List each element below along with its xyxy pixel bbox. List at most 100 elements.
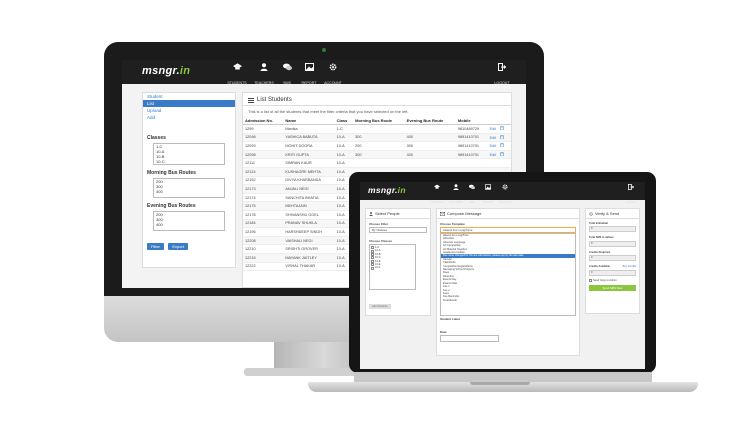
nav-logout[interactable]: LOGOUT bbox=[622, 184, 640, 208]
column-header[interactable]: Morning Bus Route bbox=[353, 117, 405, 125]
date-input[interactable] bbox=[440, 335, 499, 342]
class-option[interactable]: 10-C bbox=[154, 159, 224, 164]
cell-ebr bbox=[404, 158, 456, 168]
nav-teachers[interactable]: TEACHERS bbox=[252, 63, 276, 89]
cell-adm: 12178 bbox=[243, 210, 284, 220]
cell-adm: 12175 bbox=[243, 201, 284, 211]
panel-title: Compose Message bbox=[447, 211, 482, 216]
class-checkbox-item[interactable]: 10-F bbox=[371, 266, 414, 270]
trash-icon[interactable] bbox=[500, 135, 504, 140]
cell-mobile: 9891410701 bbox=[455, 150, 488, 160]
cell-ebr: 300 bbox=[404, 141, 456, 151]
nav-students[interactable]: STUDENTS bbox=[428, 184, 446, 208]
cell-actions: Edit bbox=[487, 133, 511, 143]
table-row[interactable]: 1299 Manika 1-C 9810489729 Edit bbox=[243, 124, 511, 134]
table-row[interactable]: 12111 SIMRAN KAUR 10-A bbox=[243, 158, 511, 168]
column-header[interactable]: Mobile bbox=[455, 117, 488, 125]
total-individual-label: Total Individual bbox=[589, 222, 608, 225]
cell-adm: 12210 bbox=[243, 244, 284, 254]
sidebar-link-add[interactable]: Add bbox=[143, 114, 235, 121]
list-icon bbox=[248, 97, 254, 103]
send-copy-checkbox[interactable] bbox=[589, 278, 592, 282]
date-label: Date bbox=[440, 330, 447, 334]
cell-name: DIVYA KHARBANDA bbox=[283, 176, 335, 186]
users-icon bbox=[369, 211, 373, 216]
cell-adm: 12111 bbox=[243, 158, 284, 168]
nav-logout[interactable]: LOGOUT bbox=[490, 63, 514, 89]
image-report-icon bbox=[304, 63, 314, 71]
nav-account[interactable]: ACCOUNT bbox=[496, 184, 514, 208]
filter-label: Choose Filter bbox=[369, 222, 389, 226]
nav-report[interactable]: REPORT bbox=[480, 184, 496, 208]
cell-name: KUSHAGRE MEHTA bbox=[283, 167, 335, 177]
laptop-screen: msngr.in STUDENTS TEACHERS SMS REPORT AC… bbox=[360, 182, 645, 369]
app-logo[interactable]: msngr.in bbox=[368, 185, 406, 195]
nav-report[interactable]: REPORT bbox=[298, 63, 320, 89]
table-row[interactable]: 12093 MOHIT DOGRA 10-A 200 300 9891410701 Edit bbox=[243, 141, 511, 151]
cell-mobile bbox=[455, 158, 488, 168]
total-sms-label: Total SMS to deliver bbox=[589, 236, 614, 240]
route-option[interactable]: 400 bbox=[154, 189, 224, 194]
add-students-button[interactable]: Add Students bbox=[369, 304, 391, 309]
cell-name: YASHICA BABUTA bbox=[283, 133, 335, 143]
table-row[interactable]: 12098 YASHICA BABUTA 10-A 300 400 9891410701 E… bbox=[243, 133, 511, 143]
edit-link[interactable]: Edit bbox=[490, 127, 497, 131]
cell-name: MAYANK JAITLEY bbox=[283, 253, 335, 263]
cell-actions bbox=[487, 158, 511, 168]
edit-link[interactable]: Edit bbox=[490, 144, 497, 148]
nav-students[interactable]: STUDENTS bbox=[225, 63, 249, 89]
nav-teachers[interactable]: TEACHERS bbox=[447, 184, 465, 208]
export-button[interactable]: Export bbox=[168, 243, 188, 250]
filter-button[interactable]: Filter bbox=[147, 243, 164, 250]
envelope-icon bbox=[440, 211, 445, 216]
nav-account[interactable]: ACCOUNT bbox=[320, 63, 346, 89]
app-logo[interactable]: msngr.in bbox=[142, 65, 190, 77]
graduation-cap-icon bbox=[232, 63, 242, 70]
compose-message-panel: Compose Message Choose Template Absent F… bbox=[436, 208, 580, 356]
column-header[interactable]: Class bbox=[334, 117, 354, 125]
nav-sms[interactable]: SMS bbox=[466, 184, 478, 208]
column-header[interactable]: Name bbox=[283, 117, 335, 125]
image-report-icon bbox=[485, 184, 491, 190]
gear-icon bbox=[502, 184, 508, 190]
cell-cls: 10-A bbox=[334, 158, 354, 168]
nav-sms[interactable]: SMS bbox=[278, 63, 296, 89]
template-option[interactable]: Final Result bbox=[441, 299, 575, 302]
user-icon bbox=[260, 63, 268, 71]
logout-icon bbox=[628, 184, 634, 190]
table-row[interactable]: 12098 KRITI GUPTA 10-A 300 400 9891410701 Edit bbox=[243, 150, 511, 160]
morning-routes-multiselect[interactable]: 200 300 400 bbox=[153, 178, 225, 198]
panel-title: Select People bbox=[375, 211, 400, 216]
cell-name: SANCHITA BHATIA bbox=[283, 193, 335, 203]
panel-title: Verify & Send bbox=[595, 211, 620, 216]
trash-icon[interactable] bbox=[500, 143, 504, 148]
classes-multiselect[interactable]: 1-C 10-A 10-B 10-C bbox=[153, 143, 225, 165]
column-header-actions bbox=[487, 117, 511, 125]
send-sms-button[interactable]: Send SMS Now bbox=[589, 285, 636, 292]
sidebar-link-list[interactable]: List bbox=[143, 100, 235, 107]
sidebar-link-upload[interactable]: Upload bbox=[143, 107, 235, 114]
class-label: 10-F bbox=[375, 266, 381, 270]
cell-actions: Edit bbox=[487, 141, 511, 151]
chat-bubbles-icon bbox=[469, 184, 475, 190]
verify-send-panel: Verify & Send Total Individual 0 Total S… bbox=[585, 208, 640, 314]
cell-adm: 12208 bbox=[243, 236, 284, 246]
cell-adm: 12196 bbox=[243, 227, 284, 237]
desktop-filter-sidebar: Student List Upload Add Classes 1-C 10-A… bbox=[142, 92, 236, 268]
evening-routes-label: Evening Bus Routes bbox=[147, 203, 196, 209]
edit-link[interactable]: Edit bbox=[490, 136, 497, 140]
laptop-notch bbox=[470, 382, 530, 385]
credits-required-label: Credits Required bbox=[589, 250, 610, 254]
cell-adm: 12124 bbox=[243, 167, 284, 177]
classes-label: Classes bbox=[147, 135, 166, 141]
trash-icon[interactable] bbox=[500, 126, 504, 131]
trash-icon[interactable] bbox=[500, 152, 504, 157]
cell-name: MOHIT DOGRA bbox=[283, 141, 335, 151]
route-option[interactable]: 400 bbox=[154, 222, 224, 227]
buy-credits-link[interactable]: Buy Credits bbox=[623, 265, 636, 268]
column-header[interactable]: Evening Bus Route bbox=[404, 117, 456, 125]
checkbox[interactable] bbox=[371, 266, 374, 270]
column-header[interactable]: Admission No. bbox=[243, 117, 284, 125]
evening-routes-multiselect[interactable]: 200 300 400 bbox=[153, 211, 225, 231]
edit-link[interactable]: Edit bbox=[490, 153, 497, 157]
